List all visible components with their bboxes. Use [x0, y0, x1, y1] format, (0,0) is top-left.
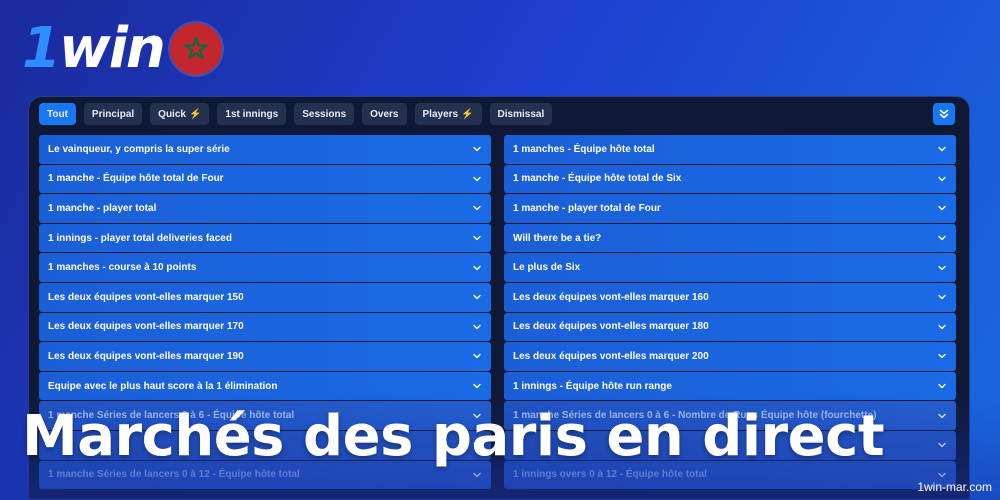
market-label: Le plus de Six: [513, 262, 581, 274]
tab-principal[interactable]: Principal: [83, 103, 143, 125]
market-label: Will there be a tie?: [513, 232, 602, 244]
brand-logo: 1win: [22, 14, 222, 84]
bolt-icon: ⚡: [461, 108, 474, 120]
market-row[interactable]: Will there be a tie?: [504, 223, 956, 253]
market-label: 1 innings - player total deliveries face…: [48, 232, 232, 244]
chevron-down-icon: [473, 265, 481, 270]
tab-1st-innings[interactable]: 1st innings: [217, 103, 287, 125]
chevron-down-icon: [938, 354, 946, 359]
market-row[interactable]: Les deux équipes vont-elles marquer 160: [504, 282, 956, 312]
market-label: Equipe avec le plus haut score à la 1 él…: [48, 380, 278, 392]
chevron-down-icon: [938, 413, 946, 418]
market-row[interactable]: 1 manches - course à 10 points: [39, 253, 491, 282]
chevron-down-icon: [938, 176, 946, 182]
double-chevron-down-icon: [939, 109, 949, 119]
market-tabs: Tout Principal Quick ⚡ 1st innings Sessions Ov…: [39, 103, 959, 125]
market-row[interactable]: Les deux équipes vont-elles marquer 190: [39, 342, 491, 371]
chevron-down-icon: [473, 235, 481, 241]
chevron-down-icon: [938, 295, 946, 300]
expand-all-button[interactable]: [933, 103, 955, 125]
chevron-down-icon: [473, 295, 481, 300]
market-row[interactable]: Les deux équipes vont-elles marquer 180: [504, 312, 956, 342]
chevron-down-icon: [938, 324, 946, 330]
market-label: 1 manches - course à 10 points: [48, 262, 197, 274]
market-row[interactable]: 1 manche - Équipe hôte total de Four: [39, 164, 491, 194]
market-label: Les deux équipes vont-elles marquer 160: [513, 291, 709, 303]
logo-wordmark: 1win: [22, 16, 166, 81]
chevron-down-icon: [938, 472, 946, 478]
market-label: 1 manche - Équipe hôte total de Four: [48, 173, 224, 185]
page-headline: Marchés des paris en direct: [22, 404, 885, 469]
chevron-down-icon: [473, 206, 481, 211]
morocco-flag-icon: [169, 23, 222, 75]
chevron-down-icon: [473, 472, 481, 478]
market-label: 1 manche Séries de lancers 0 à 12 - Équi…: [48, 469, 300, 481]
market-row[interactable]: 1 manche - player total: [39, 194, 491, 223]
tab-overs[interactable]: Overs: [362, 103, 407, 125]
site-watermark: 1win-mar.com: [917, 480, 992, 494]
chevron-down-icon: [938, 147, 946, 152]
market-row[interactable]: 1 innings - player total deliveries face…: [39, 223, 491, 253]
market-row[interactable]: Le vainqueur, y compris la super série: [39, 135, 491, 164]
market-label: Les deux équipes vont-elles marquer 190: [48, 350, 244, 362]
chevron-down-icon: [938, 443, 946, 448]
chevron-down-icon: [938, 265, 946, 270]
chevron-down-icon: [938, 235, 946, 241]
market-label: Les deux équipes vont-elles marquer 200: [513, 350, 709, 362]
market-label: 1 manche - Équipe hôte total de Six: [513, 173, 682, 185]
market-row[interactable]: Equipe avec le plus haut score à la 1 él…: [39, 371, 491, 401]
market-row[interactable]: Le plus de Six: [504, 253, 956, 282]
market-label: Les deux équipes vont-elles marquer 150: [48, 291, 244, 303]
market-row[interactable]: 1 innings - Équipe hôte run range: [504, 371, 956, 401]
tab-quick[interactable]: Quick ⚡: [150, 103, 210, 125]
chevron-down-icon: [473, 354, 481, 359]
tab-dismissal[interactable]: Dismissal: [489, 103, 553, 125]
chevron-down-icon: [473, 176, 481, 182]
market-row[interactable]: 1 manche - player total de Four: [504, 194, 956, 223]
market-label: Les deux équipes vont-elles marquer 170: [48, 321, 244, 333]
chevron-down-icon: [938, 383, 946, 389]
chevron-down-icon: [473, 147, 481, 152]
chevron-down-icon: [473, 324, 481, 330]
bolt-icon: ⚡: [188, 108, 202, 120]
market-label: Le vainqueur, y compris la super série: [48, 143, 230, 155]
market-label: 1 manche - player total: [48, 202, 157, 214]
market-label: 1 manche - player total de Four: [513, 202, 661, 214]
chevron-down-icon: [938, 206, 946, 211]
chevron-down-icon: [473, 383, 481, 389]
market-label: Les deux équipes vont-elles marquer 180: [513, 321, 709, 333]
tab-players[interactable]: Players ⚡: [414, 103, 482, 125]
market-row[interactable]: 1 manches - Équipe hôte total: [504, 135, 956, 164]
market-row[interactable]: Les deux équipes vont-elles marquer 150: [39, 282, 491, 312]
market-label: 1 innings overs 0 à 12 - Équipe hôte tot…: [513, 469, 707, 481]
market-label: 1 innings - Équipe hôte run range: [513, 380, 672, 392]
tab-tout[interactable]: Tout: [39, 103, 76, 125]
market-row[interactable]: Les deux équipes vont-elles marquer 200: [504, 342, 956, 371]
market-row[interactable]: Les deux équipes vont-elles marquer 170: [39, 312, 491, 342]
tab-sessions[interactable]: Sessions: [294, 103, 355, 125]
market-label: 1 manches - Équipe hôte total: [513, 143, 655, 155]
market-row[interactable]: 1 manche - Équipe hôte total de Six: [504, 164, 956, 194]
